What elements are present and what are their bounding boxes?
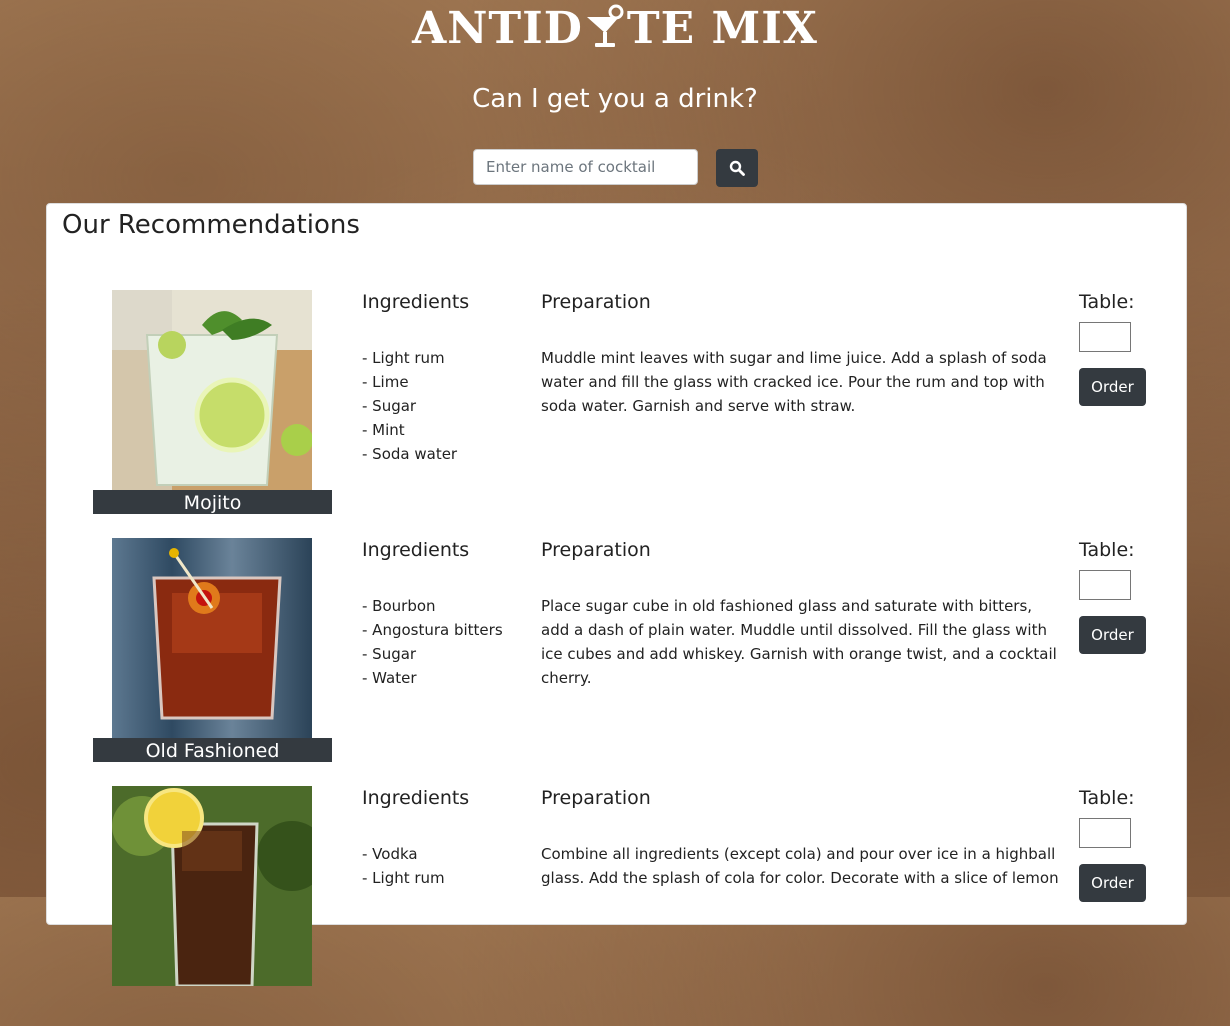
ingredient-item: - Light rum bbox=[362, 869, 445, 887]
ingredient-item: - Angostura bitters bbox=[362, 621, 503, 639]
ingredients-heading: Ingredients bbox=[362, 787, 470, 809]
ingredient-item: - Soda water bbox=[362, 445, 458, 463]
recommendations-title: Our Recommendations bbox=[62, 210, 360, 240]
preparation-text: Place sugar cube in old fashioned glass … bbox=[541, 597, 1057, 687]
logo[interactable]: ANTID TE MIX bbox=[0, 2, 1230, 56]
preparation-text: Combine all ingredients (except cola) an… bbox=[541, 845, 1059, 887]
cocktail-name: Old Fashioned bbox=[93, 738, 332, 762]
cocktail-glass-icon bbox=[586, 4, 624, 47]
cocktail-name: Mojito bbox=[93, 490, 332, 514]
cocktail-card-mojito: Mojito Ingredients - Light rum - Lime - … bbox=[47, 290, 1186, 530]
ingredient-item: - Light rum bbox=[362, 349, 445, 367]
ingredient-item: - Sugar bbox=[362, 397, 417, 415]
table-label: Table: bbox=[1079, 787, 1135, 809]
tagline: Can I get you a drink? bbox=[472, 84, 758, 114]
ingredient-item: - Water bbox=[362, 669, 417, 687]
logo-text-left: ANTID bbox=[412, 3, 583, 54]
mojito-image bbox=[112, 290, 312, 490]
old-fashioned-image bbox=[112, 538, 312, 738]
preparation-text: Muddle mint leaves with sugar and lime j… bbox=[541, 349, 1047, 415]
ingredient-item: - Bourbon bbox=[362, 597, 436, 615]
search-icon bbox=[729, 160, 745, 176]
table-number-input[interactable] bbox=[1079, 322, 1131, 352]
ingredients-list: - Vodka - Light rum bbox=[362, 842, 445, 890]
ingredients-list: - Bourbon - Angostura bitters - Sugar - … bbox=[362, 594, 503, 690]
preparation-heading: Preparation bbox=[541, 539, 651, 561]
header: ANTID TE MIX Can I get you a drink? bbox=[0, 0, 1230, 200]
long-island-image bbox=[112, 786, 312, 986]
ingredients-heading: Ingredients bbox=[362, 291, 470, 313]
order-button[interactable]: Order bbox=[1079, 616, 1146, 654]
search-input[interactable] bbox=[473, 149, 698, 185]
cocktail-card-long-island: Ingredients - Vodka - Light rum Preparat… bbox=[47, 786, 1186, 1026]
ingredient-item: - Mint bbox=[362, 421, 405, 439]
table-label: Table: bbox=[1079, 539, 1135, 561]
order-button[interactable]: Order bbox=[1079, 368, 1146, 406]
search-button[interactable] bbox=[716, 149, 758, 187]
cocktail-card-old-fashioned: Old Fashioned Ingredients - Bourbon - An… bbox=[47, 538, 1186, 778]
recommendations-panel: Our Recommendations Mojito Ingredients -… bbox=[46, 203, 1187, 986]
table-number-input[interactable] bbox=[1079, 570, 1131, 600]
ingredients-list: - Light rum - Lime - Sugar - Mint - Soda… bbox=[362, 346, 457, 466]
ingredient-item: - Vodka bbox=[362, 845, 418, 863]
table-number-input[interactable] bbox=[1079, 818, 1131, 848]
ingredient-item: - Sugar bbox=[362, 645, 417, 663]
ingredient-item: - Lime bbox=[362, 373, 409, 391]
preparation-heading: Preparation bbox=[541, 787, 651, 809]
ingredients-heading: Ingredients bbox=[362, 539, 470, 561]
table-label: Table: bbox=[1079, 291, 1135, 313]
order-button[interactable]: Order bbox=[1079, 864, 1146, 902]
preparation-heading: Preparation bbox=[541, 291, 651, 313]
logo-text-right: TE MIX bbox=[626, 3, 818, 54]
